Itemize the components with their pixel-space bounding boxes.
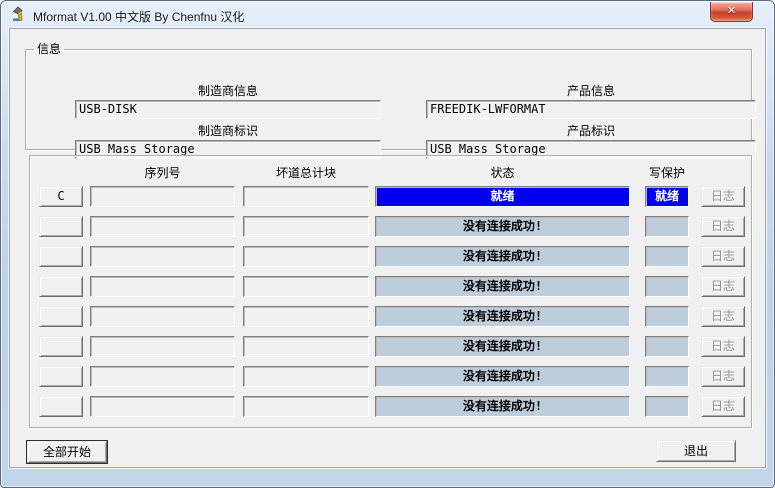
drive-button[interactable]: C [39, 186, 83, 207]
bad-blocks-field[interactable] [243, 186, 369, 207]
serial-column-header: 序列号 [90, 164, 235, 181]
exit-button[interactable]: 退出 [656, 440, 736, 462]
drive-button[interactable] [39, 276, 83, 297]
start-all-button[interactable]: 全部开始 [27, 441, 107, 463]
drive-button[interactable] [39, 246, 83, 267]
log-button[interactable]: 日志 [701, 246, 745, 267]
bad-blocks-column-header: 坏道总计块 [243, 164, 369, 181]
write-protect-indicator: 就绪 [645, 186, 689, 207]
bad-blocks-field[interactable] [243, 306, 369, 327]
drive-button[interactable] [39, 336, 83, 357]
bad-blocks-field[interactable] [243, 276, 369, 297]
serial-field[interactable] [90, 306, 235, 327]
info-legend: 信息 [34, 42, 64, 56]
write-protect-indicator [645, 216, 689, 237]
bad-blocks-field[interactable] [243, 336, 369, 357]
table-row: 没有连接成功! 日志 [10, 366, 765, 387]
status-indicator: 没有连接成功! [375, 396, 630, 417]
table-row: 没有连接成功! 日志 [10, 336, 765, 357]
bad-blocks-field[interactable] [243, 246, 369, 267]
status-indicator: 没有连接成功! [375, 216, 630, 237]
table-row: 没有连接成功! 日志 [10, 276, 765, 297]
write-protect-indicator [645, 306, 689, 327]
log-button[interactable]: 日志 [701, 336, 745, 357]
serial-field[interactable] [90, 246, 235, 267]
serial-field[interactable] [90, 336, 235, 357]
status-indicator: 没有连接成功! [375, 246, 630, 267]
log-button[interactable]: 日志 [701, 366, 745, 387]
drive-button[interactable] [39, 366, 83, 387]
status-indicator: 没有连接成功! [375, 306, 630, 327]
table-row: 没有连接成功! 日志 [10, 216, 765, 237]
bad-blocks-field[interactable] [243, 396, 369, 417]
close-icon: ✕ [727, 5, 736, 17]
log-button[interactable]: 日志 [701, 216, 745, 237]
serial-field[interactable] [90, 396, 235, 417]
table-row: 没有连接成功! 日志 [10, 246, 765, 267]
status-indicator: 没有连接成功! [375, 276, 630, 297]
log-button[interactable]: 日志 [701, 396, 745, 417]
table-row: 没有连接成功! 日志 [10, 306, 765, 327]
hammer-icon [12, 6, 28, 22]
write-protect-indicator [645, 336, 689, 357]
write-protect-indicator [645, 396, 689, 417]
product-info-label: 产品信息 [426, 82, 756, 99]
bad-blocks-field[interactable] [243, 366, 369, 387]
write-protect-indicator [645, 246, 689, 267]
close-button[interactable]: ✕ [710, 2, 753, 22]
manufacturer-info-field[interactable]: USB-DISK [75, 100, 381, 119]
write-protect-indicator [645, 276, 689, 297]
drive-button[interactable] [39, 216, 83, 237]
table-row: 没有连接成功! 日志 [10, 396, 765, 417]
app-window: Mformat V1.00 中文版 By Chenfnu 汉化 ✕ 信息 制造商… [0, 0, 775, 488]
bad-blocks-field[interactable] [243, 216, 369, 237]
log-button[interactable]: 日志 [701, 276, 745, 297]
serial-field[interactable] [90, 276, 235, 297]
serial-field[interactable] [90, 216, 235, 237]
status-indicator: 没有连接成功! [375, 366, 630, 387]
log-button[interactable]: 日志 [701, 186, 745, 207]
info-groupbox: 信息 制造商信息 USB-DISK 制造商标识 USB Mass Storage… [25, 49, 752, 150]
product-info-field[interactable]: FREEDIK-LWFORMAT [426, 100, 756, 119]
table-row: C 就绪 就绪 日志 [10, 186, 765, 207]
status-indicator: 没有连接成功! [375, 336, 630, 357]
serial-field[interactable] [90, 186, 235, 207]
client-area: 信息 制造商信息 USB-DISK 制造商标识 USB Mass Storage… [9, 28, 766, 468]
status-indicator: 就绪 [375, 186, 630, 207]
log-button[interactable]: 日志 [701, 306, 745, 327]
manufacturer-id-label: 制造商标识 [75, 122, 381, 139]
drive-button[interactable] [39, 306, 83, 327]
manufacturer-info-label: 制造商信息 [75, 82, 381, 99]
product-id-label: 产品标识 [426, 122, 756, 139]
drive-button[interactable] [39, 396, 83, 417]
write-protect-indicator [645, 366, 689, 387]
write-protect-column-header: 写保护 [645, 164, 689, 181]
window-title: Mformat V1.00 中文版 By Chenfnu 汉化 [33, 8, 244, 25]
serial-field[interactable] [90, 366, 235, 387]
status-column-header: 状态 [375, 164, 630, 181]
title-bar: Mformat V1.00 中文版 By Chenfnu 汉化 ✕ [1, 1, 774, 28]
